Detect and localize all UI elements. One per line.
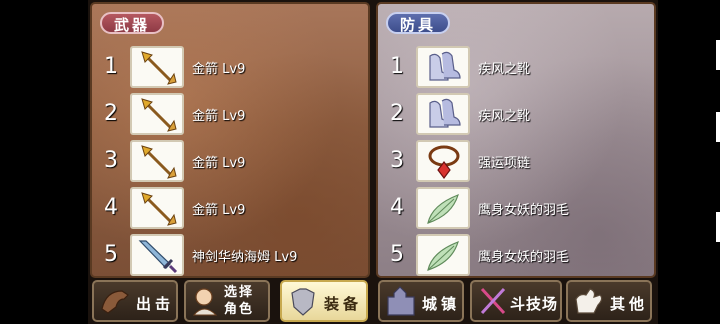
feather-icon — [416, 234, 470, 276]
game-screen: 武器 1 金箭 Lv9 2 金箭 Lv9 3 金箭 Lv9 4 金箭 Lv9 5… — [88, 0, 658, 324]
slot-number: 3 — [390, 148, 404, 173]
armor-slot-2[interactable]: 2 疾风之靴 — [378, 93, 654, 137]
boots-icon — [416, 46, 470, 88]
feather-icon — [416, 187, 470, 229]
select-character-button[interactable]: 选择 角色 — [184, 280, 270, 322]
castle-icon — [387, 286, 415, 316]
weapon-name: 金箭 Lv9 — [192, 62, 246, 77]
weapons-tab-label: 武器 — [100, 12, 165, 34]
armor-panel: 防具 1 疾风之靴 2 疾风之靴 3 强运项链 4 鹰身女妖的羽毛 5 鹰身女妖… — [376, 2, 656, 278]
sword-icon — [130, 234, 184, 276]
slot-number: 2 — [104, 101, 118, 126]
edge-marker — [716, 40, 720, 70]
weapon-slot-3[interactable]: 3 金箭 Lv9 — [92, 140, 368, 184]
slot-number: 4 — [390, 195, 404, 220]
golden-arrow-icon — [130, 140, 184, 182]
armor-icon — [291, 288, 315, 316]
armor-name: 强运项链 — [478, 156, 531, 171]
armor-name: 鹰身女妖的羽毛 — [478, 250, 570, 265]
armor-name: 疾风之靴 — [478, 109, 531, 124]
other-button[interactable]: 其他 — [566, 280, 652, 322]
sortie-label: 出击 — [136, 295, 175, 313]
slot-number: 1 — [390, 54, 404, 79]
weapon-slot-1[interactable]: 1 金箭 Lv9 — [92, 46, 368, 90]
weapon-slot-4[interactable]: 4 金箭 Lv9 — [92, 187, 368, 231]
sortie-button[interactable]: 出击 — [92, 280, 178, 322]
golden-arrow-icon — [130, 187, 184, 229]
necklace-icon — [416, 140, 470, 182]
armor-name: 鹰身女妖的羽毛 — [478, 203, 570, 218]
equipment-label: 装备 — [324, 295, 363, 313]
weapon-name: 神剑华纳海姆 Lv9 — [192, 250, 298, 265]
weapon-slot-2[interactable]: 2 金箭 Lv9 — [92, 93, 368, 137]
slot-number: 3 — [104, 148, 118, 173]
armor-slot-5[interactable]: 5 鹰身女妖的羽毛 — [378, 234, 654, 278]
edge-marker — [716, 112, 720, 142]
weapons-panel: 武器 1 金箭 Lv9 2 金箭 Lv9 3 金箭 Lv9 4 金箭 Lv9 5… — [90, 2, 370, 278]
armor-slot-3[interactable]: 3 强运项链 — [378, 140, 654, 184]
edge-marker — [716, 212, 720, 242]
weapon-name: 金箭 Lv9 — [192, 203, 246, 218]
armor-slot-1[interactable]: 1 疾风之靴 — [378, 46, 654, 90]
equipment-button[interactable]: 装备 — [280, 280, 368, 322]
slot-number: 5 — [390, 242, 404, 267]
town-label: 城镇 — [422, 295, 461, 313]
slot-number: 5 — [104, 242, 118, 267]
slot-number: 2 — [390, 101, 404, 126]
weapon-name: 金箭 Lv9 — [192, 156, 246, 171]
weapon-slot-5[interactable]: 5 神剑华纳海姆 Lv9 — [92, 234, 368, 278]
golden-arrow-icon — [130, 46, 184, 88]
golden-arrow-icon — [130, 93, 184, 135]
weapon-name: 金箭 Lv9 — [192, 109, 246, 124]
character-icon — [192, 288, 218, 316]
armor-tab-label: 防具 — [386, 12, 451, 34]
horse-icon — [101, 290, 129, 314]
slot-number: 4 — [104, 195, 118, 220]
select-character-label: 选择 角色 — [224, 285, 255, 317]
town-button[interactable]: 城镇 — [378, 280, 464, 322]
armor-slot-4[interactable]: 4 鹰身女妖的羽毛 — [378, 187, 654, 231]
armor-name: 疾风之靴 — [478, 62, 531, 77]
other-label: 其他 — [610, 295, 649, 313]
arena-label: 斗技场 — [510, 295, 559, 313]
crossed-swords-icon — [480, 287, 506, 315]
arena-button[interactable]: 斗技场 — [470, 280, 562, 322]
slot-number: 1 — [104, 54, 118, 79]
boots-icon — [416, 93, 470, 135]
glove-icon — [575, 288, 603, 314]
